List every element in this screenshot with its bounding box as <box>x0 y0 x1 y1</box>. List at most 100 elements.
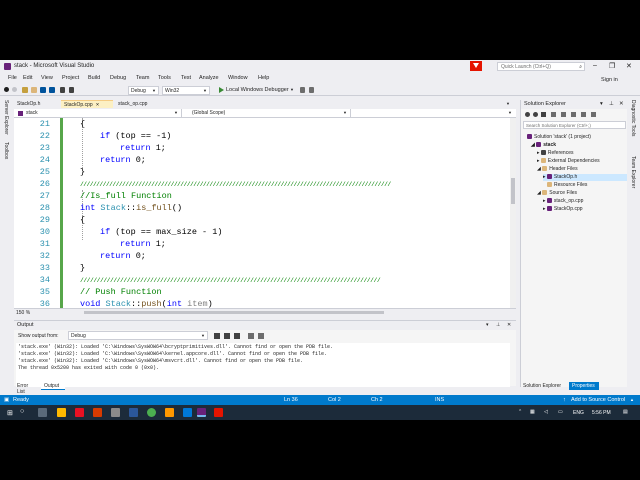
battery-icon[interactable]: ▭ <box>558 409 563 415</box>
start-debugger-button[interactable]: Local Windows Debugger <box>226 87 289 93</box>
close-icon[interactable]: ✕ <box>619 101 624 107</box>
scope-dropdown[interactable]: (Global Scope) <box>192 110 225 116</box>
forward-icon[interactable] <box>12 87 17 92</box>
save-icon[interactable] <box>40 87 46 93</box>
back-icon[interactable] <box>4 87 9 92</box>
tree-resource-files[interactable]: Resource Files <box>547 182 587 189</box>
clock[interactable]: 5:56 PM <box>592 410 611 416</box>
forward-icon[interactable] <box>533 112 538 117</box>
windows-start-icon[interactable]: ⊞ <box>7 409 13 417</box>
chevron-down-icon[interactable]: ▼ <box>506 101 510 106</box>
minimize-button[interactable]: – <box>593 62 597 69</box>
team-explorer-tab[interactable]: Team Explorer <box>630 156 636 188</box>
menu-team[interactable]: Team <box>136 75 149 81</box>
new-project-icon[interactable] <box>22 87 28 93</box>
menu-view[interactable]: View <box>41 75 53 81</box>
menu-debug[interactable]: Debug <box>110 75 126 81</box>
project-dropdown[interactable]: stack <box>26 110 38 116</box>
chevron-down-icon[interactable]: ▼ <box>508 110 512 115</box>
tree-external-dependencies[interactable]: ▸ External Dependencies <box>537 158 600 165</box>
refresh-icon[interactable] <box>581 112 586 117</box>
properties-icon[interactable] <box>591 112 596 117</box>
tree-stack-op-cpp[interactable]: ▸ stack_op.cpp <box>543 198 583 205</box>
menu-project[interactable]: Project <box>62 75 79 81</box>
configuration-dropdown[interactable]: Debug ▼ <box>128 86 159 95</box>
show-all-files-icon[interactable] <box>571 112 576 117</box>
chevron-down-icon[interactable]: ▼ <box>174 110 178 115</box>
tab-error-list[interactable]: Error List <box>14 382 40 395</box>
visual-studio-taskbar-icon[interactable] <box>197 408 206 417</box>
zoom-level[interactable]: 150 % <box>16 310 30 316</box>
acrobat-icon[interactable] <box>75 408 84 417</box>
pin-icon[interactable]: ⊥ <box>609 101 614 107</box>
chevron-down-icon[interactable]: ▼ <box>290 87 294 92</box>
file-explorer-icon[interactable] <box>57 408 66 417</box>
output-source-dropdown[interactable]: Debug ▼ <box>68 331 208 340</box>
menu-help[interactable]: Help <box>258 75 269 81</box>
solution-search-input[interactable]: Search Solution Explorer (Ctrl+;) <box>523 121 626 129</box>
notifications-icon[interactable]: ▤ <box>623 409 628 415</box>
sign-in-link[interactable]: Sign in <box>601 77 618 83</box>
next-icon[interactable] <box>234 333 240 339</box>
home-icon[interactable] <box>541 112 546 117</box>
menu-test[interactable]: Test <box>181 75 191 81</box>
chrome-icon[interactable] <box>147 408 156 417</box>
app-icon[interactable] <box>214 408 223 417</box>
chevron-down-icon[interactable]: ▼ <box>343 110 347 115</box>
scroll-thumb[interactable] <box>511 178 515 204</box>
close-icon[interactable]: ✕ <box>96 102 100 107</box>
platform-dropdown[interactable]: Win32 ▼ <box>162 86 210 95</box>
editor-horizontal-scrollbar[interactable]: 150 % <box>14 308 516 316</box>
menu-tools[interactable]: Tools <box>158 75 171 81</box>
tab-solution-explorer[interactable]: Solution Explorer <box>520 382 568 390</box>
tab-output[interactable]: Output <box>41 382 65 390</box>
menu-file[interactable]: File <box>8 75 17 81</box>
feedback-filter-icon[interactable] <box>470 61 482 71</box>
search-icon[interactable]: ○ <box>20 408 24 415</box>
tab-stack-op-cpp[interactable]: stack_op.cpp <box>115 100 150 108</box>
tree-stackop-cpp[interactable]: ▸ StackOp.cpp <box>543 206 583 213</box>
sync-icon[interactable] <box>551 112 556 117</box>
menu-build[interactable]: Build <box>88 75 100 81</box>
clear-all-icon[interactable] <box>248 333 254 339</box>
menu-analyze[interactable]: Analyze <box>199 75 219 81</box>
app-icon[interactable] <box>111 408 120 417</box>
menu-edit[interactable]: Edit <box>23 75 32 81</box>
output-text[interactable]: 'stack.exe' (Win32): Loaded 'C:\Windows\… <box>16 343 510 387</box>
pin-icon[interactable]: ⊥ <box>496 322 500 328</box>
chevron-down-icon[interactable]: ▾ <box>600 101 603 107</box>
find-icon[interactable] <box>214 333 220 339</box>
previous-icon[interactable] <box>224 333 230 339</box>
chevron-up-icon[interactable]: ▲ <box>630 397 634 402</box>
word-icon[interactable] <box>129 408 138 417</box>
diagnostic-tools-tab[interactable]: Diagnostic Tools <box>630 100 636 136</box>
tree-references[interactable]: ▸ References <box>537 150 573 157</box>
tab-stackop-h[interactable]: StackOp.h <box>14 100 43 108</box>
collapse-all-icon[interactable] <box>561 112 566 117</box>
code-editor[interactable]: 21 { 22 if (top == -1) 23 return 1; 24 r… <box>14 118 516 308</box>
scroll-thumb[interactable] <box>84 311 384 314</box>
close-icon[interactable]: ✕ <box>507 322 511 328</box>
tab-stackop-cpp[interactable]: StackOp.cpp ✕ <box>61 100 113 108</box>
save-all-icon[interactable] <box>49 87 55 93</box>
redo-icon[interactable] <box>69 87 74 93</box>
task-view-icon[interactable] <box>38 408 47 417</box>
chevron-down-icon[interactable]: ▾ <box>486 322 489 328</box>
people-icon[interactable]: ⌃ <box>518 409 522 415</box>
powerpoint-icon[interactable] <box>93 408 102 417</box>
tree-project[interactable]: ◢ stack <box>531 142 556 149</box>
open-file-icon[interactable] <box>31 87 37 93</box>
quick-launch-input[interactable]: Quick Launch (Ctrl+Q) ⌕ <box>497 62 585 71</box>
tree-header-files[interactable]: ◢ Header Files <box>537 166 578 173</box>
tree-stackop-h[interactable]: ▸ StackOp.h <box>543 174 627 181</box>
maximize-button[interactable]: ❐ <box>609 62 615 70</box>
tree-source-files[interactable]: ◢ Source Files <box>537 190 577 197</box>
server-explorer-tab[interactable]: Server Explorer <box>3 100 9 135</box>
undo-icon[interactable] <box>60 87 65 93</box>
tree-solution[interactable]: Solution 'stack' (1 project) <box>527 134 591 141</box>
back-icon[interactable] <box>525 112 530 117</box>
app-icon[interactable] <box>165 408 174 417</box>
network-icon[interactable]: ▦ <box>530 409 535 415</box>
editor-vertical-scrollbar[interactable] <box>510 118 516 308</box>
word-wrap-icon[interactable] <box>258 333 264 339</box>
